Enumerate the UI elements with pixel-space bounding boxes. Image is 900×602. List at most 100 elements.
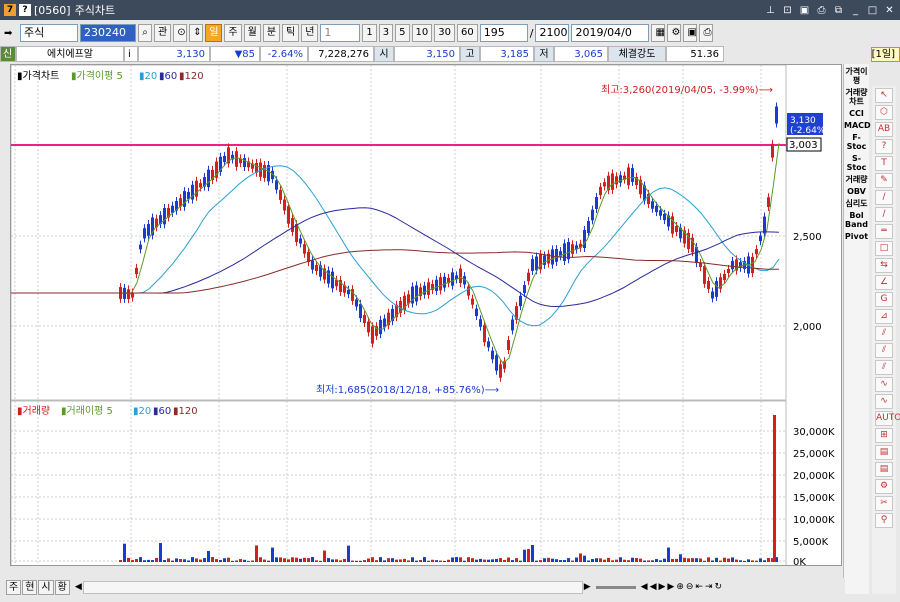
volume-bar-80 [439, 560, 442, 562]
calendar-icon[interactable]: ▦ [651, 24, 666, 42]
spinner-icon[interactable]: ⇕ [189, 24, 204, 42]
volume-bar-3 [131, 560, 134, 562]
chart-canvas[interactable]: 060708091011122019/010203042,5002,00030,… [11, 65, 842, 566]
market-select[interactable]: 주식 [20, 24, 78, 42]
tab-watch[interactable]: 관 [154, 24, 172, 42]
candle-117 [587, 221, 590, 233]
volume-bar-64 [375, 560, 378, 562]
tool-11-icon[interactable]: ∠ [875, 275, 893, 290]
volume-bar-87 [467, 557, 470, 562]
tool-23-icon[interactable]: ⚙ [875, 479, 893, 494]
interval-3[interactable]: 3 [378, 24, 394, 42]
indicator-6[interactable]: 거래량 [844, 175, 869, 184]
scrollbar[interactable] [82, 580, 583, 594]
print-icon[interactable]: ⎙ [815, 4, 828, 17]
tool-0-icon[interactable]: ↖ [875, 88, 893, 103]
volume-bar-139 [675, 558, 678, 562]
minimize-icon[interactable]: _ [849, 4, 862, 17]
date-input[interactable]: 2019/04/0 [571, 24, 650, 42]
refresh-icon[interactable]: ⊙ [173, 24, 188, 42]
scroll-right-icon[interactable]: ▶ [584, 582, 591, 592]
indicator-3[interactable]: MACD [844, 121, 871, 130]
period-week[interactable]: 주 [224, 24, 242, 42]
strength-label: 체결강도 [608, 46, 666, 62]
tool-25-icon[interactable]: ⚲ [875, 513, 893, 528]
tool-12-icon[interactable]: G [875, 292, 893, 307]
link-icon[interactable]: ⊡ [781, 4, 794, 17]
total-input[interactable]: 2100 [535, 24, 570, 42]
indicator-8[interactable]: 심리도 [844, 199, 869, 208]
tool-4-icon[interactable]: T [875, 156, 893, 171]
tool-17-icon[interactable]: ∿ [875, 377, 893, 392]
tool-10-icon[interactable]: ⇆ [875, 258, 893, 273]
num-select[interactable]: 1 [320, 24, 361, 42]
tool-6-icon[interactable]: ∕ [875, 190, 893, 205]
arrow-icon[interactable]: ➡ [4, 28, 18, 39]
volume-bar-60 [359, 560, 362, 562]
save-icon[interactable]: ▣ [798, 4, 811, 17]
interval-5[interactable]: 5 [395, 24, 410, 42]
pin-icon[interactable]: 7 [4, 4, 16, 16]
ma20-line [11, 165, 780, 327]
search-icon[interactable]: ⌕ [138, 24, 152, 42]
tool-16-icon[interactable]: ⫽ [875, 360, 893, 375]
tool-18-icon[interactable]: ∿ [875, 394, 893, 409]
interval-10[interactable]: 10 [411, 24, 433, 42]
indicator-5[interactable]: S-Stoc [844, 154, 869, 172]
pin-window-icon[interactable]: ⊥ [764, 4, 777, 17]
volume-bar-153 [731, 557, 734, 562]
chart-area[interactable]: 060708091011122019/010203042,5002,00030,… [10, 64, 842, 566]
help-icon[interactable]: ? [19, 4, 31, 16]
tab-week[interactable]: 주 [6, 579, 22, 595]
restore-icon[interactable]: ⧉ [832, 4, 845, 17]
tool-15-icon[interactable]: ⫽ [875, 343, 893, 358]
tool-21-icon[interactable]: ▤ [875, 445, 893, 460]
indicator-1[interactable]: 거래량차트 [844, 88, 869, 106]
interval-1[interactable]: 1 [362, 24, 377, 42]
tool-22-icon[interactable]: ▤ [875, 462, 893, 477]
tool-7-icon[interactable]: ∕ [875, 207, 893, 222]
indicator-2[interactable]: CCI [844, 109, 869, 118]
disk-icon[interactable]: ▣ [683, 24, 698, 42]
zoom-slider[interactable] [595, 585, 636, 589]
indicator-9[interactable]: Bol Band [844, 211, 869, 229]
code-input[interactable]: 230240 [80, 24, 136, 42]
tool-3-icon[interactable]: ? [875, 139, 893, 154]
tab-status[interactable]: 황 [54, 579, 70, 595]
indicator-0[interactable]: 가격이평 [844, 67, 869, 85]
volume-bar-147 [707, 557, 710, 562]
tool-19-icon[interactable]: AUTO [875, 411, 900, 426]
period-day[interactable]: 일 [205, 24, 223, 42]
nav-buttons[interactable]: ◀◀▶▶⊕⊖⇤⇥↻ [641, 582, 724, 592]
tab-market[interactable]: 시 [38, 579, 54, 595]
print-tool-icon[interactable]: ⎙ [699, 24, 714, 42]
period-minute[interactable]: 분 [262, 24, 281, 42]
low-note: 최저:1,685(2018/12/18, +85.76%)⟶ [316, 384, 499, 396]
tool-20-icon[interactable]: ⊞ [875, 428, 893, 443]
period-month[interactable]: 월 [243, 24, 261, 42]
maximize-icon[interactable]: □ [866, 4, 879, 17]
count-input[interactable]: 195 [479, 24, 528, 42]
indicator-4[interactable]: F-Stoc [844, 133, 869, 151]
tool-5-icon[interactable]: ✎ [875, 173, 893, 188]
volume-bar-95 [499, 558, 502, 562]
indicator-7[interactable]: OBV [844, 187, 869, 196]
tool-13-icon[interactable]: ⊿ [875, 309, 893, 324]
interval-60[interactable]: 60 [457, 24, 478, 42]
tool-24-icon[interactable]: ✂ [875, 496, 893, 511]
period-tick[interactable]: 틱 [282, 24, 300, 42]
interval-30[interactable]: 30 [434, 24, 456, 42]
close-icon[interactable]: ✕ [883, 4, 896, 17]
high-label: 고 [460, 46, 480, 62]
tab-current[interactable]: 현 [22, 579, 38, 595]
tool-1-icon[interactable]: ⬡ [875, 105, 893, 120]
indicator-10[interactable]: Pivot [844, 232, 869, 241]
tool-14-icon[interactable]: ⫽ [875, 326, 893, 341]
tool-9-icon[interactable]: □ [875, 241, 893, 256]
period-year[interactable]: 년 [301, 24, 319, 42]
tool-8-icon[interactable]: ═ [875, 224, 893, 239]
scroll-left-icon[interactable]: ◀ [75, 582, 82, 592]
settings-icon[interactable]: ⚙ [667, 24, 682, 42]
tool-2-icon[interactable]: AB [875, 122, 893, 137]
info-icon[interactable]: i [124, 46, 138, 62]
